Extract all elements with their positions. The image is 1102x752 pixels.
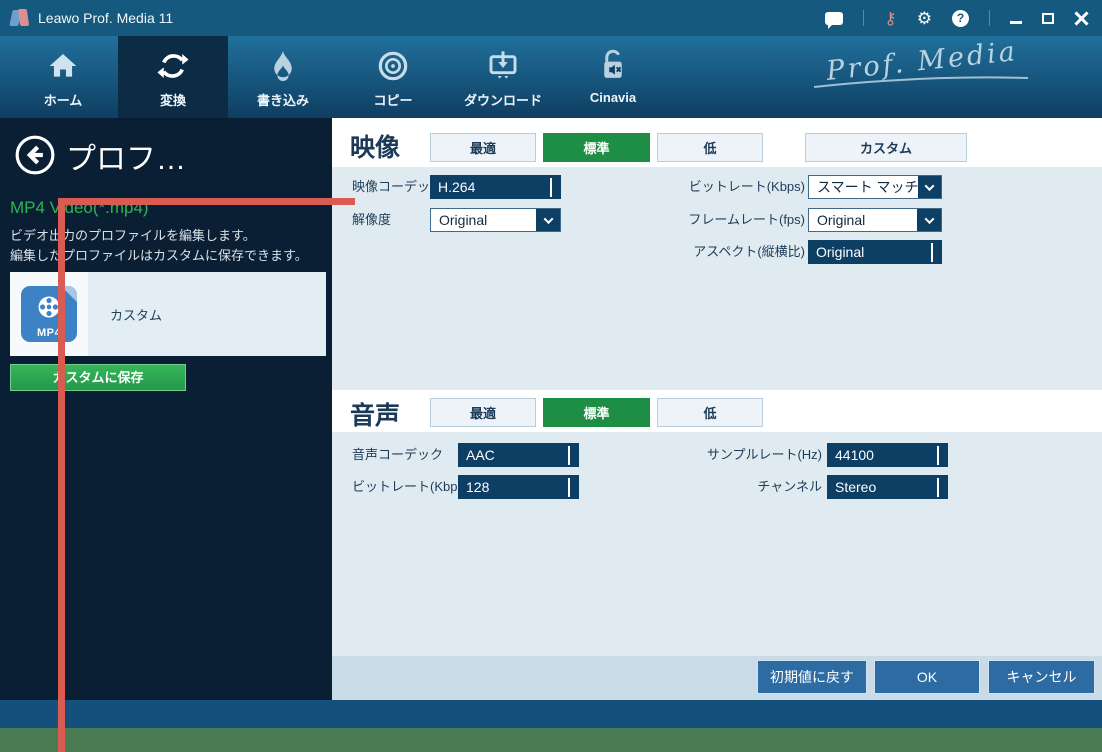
aspect-dropdown[interactable]: Original (808, 240, 942, 264)
chat-bubble-icon (825, 12, 843, 25)
video-bitrate-dropdown[interactable]: スマート マッチ (808, 175, 942, 199)
video-codec-dropdown[interactable]: H.264 (430, 175, 561, 199)
app-logo-icon (10, 8, 30, 28)
audio-quality-standard-button[interactable]: 標準 (543, 398, 650, 427)
gear-icon[interactable]: ⚙ (917, 10, 932, 27)
video-quality-low-button[interactable]: 低 (657, 133, 763, 162)
nav-item-convert[interactable]: 変換 (118, 36, 228, 118)
channel-dropdown[interactable]: Stereo (827, 475, 948, 499)
chevron-down-icon (918, 176, 941, 198)
audio-bitrate-dropdown[interactable]: 128 (458, 475, 579, 499)
sidebar: プロフ… MP4 Video(*.mp4) ビデオ出力のプロファイルを編集します… (0, 118, 332, 700)
aspect-label: アスペクト(縦横比) (640, 240, 805, 264)
chevron-down-icon (550, 178, 552, 196)
nav-item-home[interactable]: ホーム (8, 36, 118, 118)
window-bottom-bar (0, 700, 1102, 728)
channel-label: チャンネル (655, 475, 822, 499)
cancel-button[interactable]: キャンセル (988, 660, 1095, 694)
title-bar: Leawo Prof. Media 11 ⚷ ⚙ ? (0, 0, 1102, 36)
divider (989, 10, 990, 26)
video-bitrate-label: ビットレート(Kbps) (640, 175, 805, 199)
reset-defaults-button[interactable]: 初期値に戻す (757, 660, 867, 694)
audio-quality-best-button[interactable]: 最適 (430, 398, 536, 427)
save-to-custom-button[interactable]: カスタムに保存 (10, 364, 186, 391)
desktop-background (0, 728, 1102, 752)
download-icon (484, 46, 522, 86)
video-quality-standard-button[interactable]: 標準 (543, 133, 650, 162)
nav-item-burn[interactable]: 書き込み (228, 36, 338, 118)
nav-item-cinavia[interactable]: Cinavia (558, 36, 668, 118)
home-icon (44, 46, 82, 86)
maximize-icon (1042, 13, 1054, 24)
samplerate-dropdown[interactable]: 44100 (827, 443, 948, 467)
framerate-dropdown[interactable]: Original (808, 208, 942, 232)
video-section-title: 映像 (350, 128, 400, 164)
custom-item-label: カスタム (110, 305, 162, 324)
close-button[interactable] (1074, 11, 1088, 25)
disc-icon (374, 46, 412, 86)
chevron-down-icon (568, 446, 570, 464)
register-key-icon[interactable]: ⚷ (884, 10, 896, 27)
help-button[interactable]: ? (952, 10, 969, 27)
divider (863, 10, 864, 26)
back-button[interactable] (14, 134, 56, 176)
red-annotation-line-vertical (58, 198, 65, 752)
chevron-down-icon (937, 478, 939, 496)
mp4-file-icon-cell: MP4 (10, 272, 88, 356)
audio-quality-low-button[interactable]: 低 (657, 398, 763, 427)
chevron-down-icon (536, 209, 560, 231)
minimize-button[interactable] (1010, 13, 1022, 24)
minimize-icon (1010, 21, 1022, 24)
window-title: Leawo Prof. Media 11 (38, 10, 173, 26)
flame-icon (264, 46, 302, 86)
nav-item-download[interactable]: ダウンロード (448, 36, 558, 118)
help-icon: ? (952, 10, 969, 27)
footer-bar (332, 656, 1102, 700)
video-settings-panel (332, 167, 1102, 390)
feedback-button[interactable] (825, 12, 843, 25)
chevron-down-icon (931, 243, 933, 261)
red-annotation-line-horizontal (58, 198, 355, 205)
framerate-label: フレームレート(fps) (640, 208, 805, 232)
close-icon (1074, 11, 1088, 25)
nav-item-copy[interactable]: コピー (338, 36, 448, 118)
video-quality-best-button[interactable]: 最適 (430, 133, 536, 162)
ok-button[interactable]: OK (874, 660, 980, 694)
mp4-file-icon: MP4 (21, 286, 77, 342)
maximize-button[interactable] (1042, 13, 1054, 24)
audio-codec-dropdown[interactable]: AAC (458, 443, 579, 467)
chevron-down-icon (937, 446, 939, 464)
resolution-dropdown[interactable]: Original (430, 208, 561, 232)
chevron-down-icon (917, 209, 941, 231)
chevron-down-icon (568, 478, 570, 496)
audio-bitrate-label: ビットレート(Kbps) (352, 475, 468, 499)
mp4-icon-label: MP4 (21, 327, 77, 339)
sidebar-title: プロフ… (66, 134, 186, 178)
convert-icon (154, 46, 192, 86)
cinavia-lock-icon (594, 46, 632, 86)
video-custom-button[interactable]: カスタム (805, 133, 967, 162)
profile-description-line2: 編集したプロファイルはカスタムに保存できます。 (10, 245, 308, 264)
main-nav: ホーム 変換 書き込み コピー (0, 36, 1102, 118)
samplerate-label: サンプルレート(Hz) (655, 443, 822, 467)
resolution-label: 解像度 (352, 208, 391, 232)
brand-logo: Prof. Media (812, 46, 1042, 112)
audio-section-title: 音声 (350, 396, 400, 432)
audio-codec-label: 音声コーデック (352, 443, 443, 467)
profile-description-line1: ビデオ出力のプロファイルを編集します。 (10, 225, 256, 244)
